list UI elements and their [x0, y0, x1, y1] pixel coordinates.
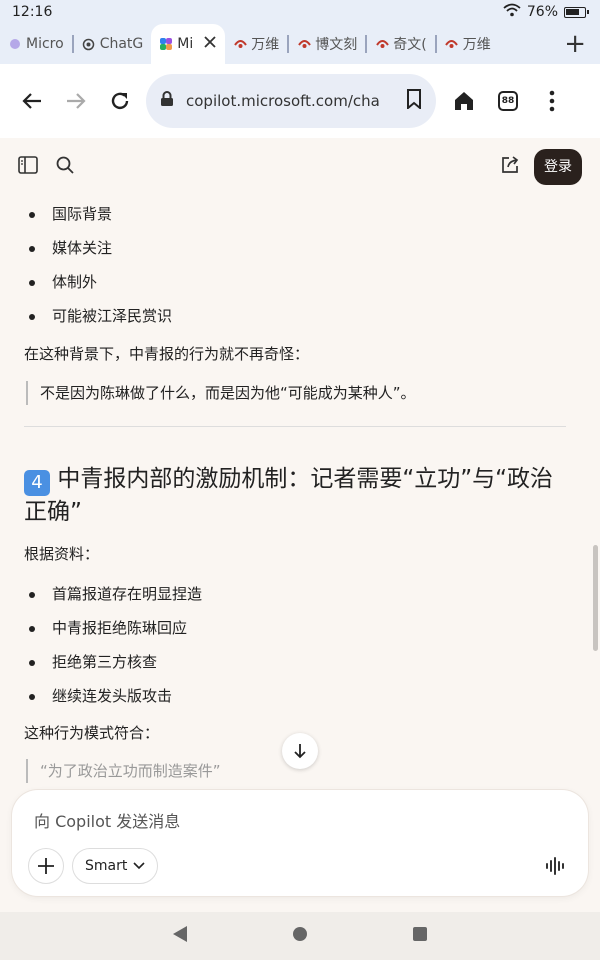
reload-button[interactable]	[98, 79, 142, 123]
tab-5[interactable]: 博文刻	[289, 24, 365, 64]
site-icon	[233, 37, 247, 51]
list-item: 拒绝第三方核查	[24, 645, 568, 679]
scroll-to-bottom-button[interactable]	[282, 733, 318, 769]
forward-button[interactable]	[54, 79, 98, 123]
list-item: 可能被江泽民赏识	[24, 299, 568, 333]
heading-text: 中青报内部的激励机制：记者需要“立功”与“政治正确”	[24, 466, 554, 525]
paragraph: 在这种背景下，中青报的行为就不再奇怪：	[24, 345, 310, 363]
list-item: 中青报拒绝陈琳回应	[24, 611, 568, 645]
nav-home-icon[interactable]	[292, 926, 308, 946]
home-icon	[455, 92, 473, 110]
tab-label: 博文刻	[315, 37, 358, 53]
back-arrow-icon	[22, 93, 41, 109]
list-item: 体制外	[24, 265, 568, 299]
page-header: 登录	[0, 138, 600, 196]
copilot-icon	[8, 37, 22, 51]
list-item: 继续连发头版攻击	[24, 679, 568, 713]
battery-percent: 76%	[526, 4, 558, 20]
keycap-number-icon: 4	[24, 470, 50, 496]
battery-icon	[564, 6, 589, 18]
tab-strip: Micro ChatG Mi 万维 博文刻 奇文( 万维 +	[0, 24, 600, 64]
chatgpt-icon	[82, 37, 96, 51]
tab-7[interactable]: 万维	[437, 24, 499, 64]
blockquote: 不是因为陈琳做了什么，而是因为他“可能成为某种人”。	[26, 381, 568, 405]
tab-label: Mi	[177, 36, 194, 52]
tab-label: 万维	[251, 37, 280, 53]
share-icon[interactable]	[500, 155, 520, 179]
add-attachment-button[interactable]	[28, 848, 64, 884]
sidebar-toggle-icon[interactable]	[18, 156, 38, 178]
tab-switcher-button[interactable]: 88	[486, 79, 530, 123]
scrollbar-thumb[interactable]	[593, 545, 598, 651]
section-heading: 4 中青报内部的激励机制：记者需要“立功”与“政治正确”	[24, 463, 568, 528]
bookmark-icon[interactable]	[406, 89, 422, 113]
mode-label: Smart	[85, 858, 128, 874]
close-tab-icon[interactable]	[203, 35, 217, 53]
status-icons: 76%	[503, 3, 589, 21]
tab-label: 奇文(	[393, 37, 427, 53]
arrow-down-icon	[294, 744, 306, 759]
message-input[interactable]: 向 Copilot 发送消息	[34, 808, 180, 832]
login-button[interactable]: 登录	[534, 149, 582, 185]
menu-button[interactable]	[530, 79, 574, 123]
site-icon	[445, 37, 459, 51]
tab-6[interactable]: 奇文(	[367, 24, 434, 64]
search-icon[interactable]	[56, 156, 74, 178]
chat-message-content: 国际背景 媒体关注 体制外 可能被江泽民赏识 在这种背景下，中青报的行为就不再奇…	[24, 196, 568, 783]
browser-toolbar: copilot.microsoft.com/cha 88	[0, 64, 600, 138]
lock-icon[interactable]	[160, 91, 174, 111]
site-icon	[297, 37, 311, 51]
bullet-list-2: 首篇报道存在明显捏造 中青报拒绝陈琳回应 拒绝第三方核查 继续连发头版攻击	[24, 577, 568, 713]
voice-input-button[interactable]	[542, 852, 570, 880]
tab-4[interactable]: 万维	[225, 24, 287, 64]
nav-recents-icon[interactable]	[412, 926, 428, 946]
tab-count: 88	[498, 91, 518, 111]
forward-arrow-icon	[67, 93, 86, 109]
tab-label: ChatG	[99, 36, 144, 52]
list-item: 首篇报道存在明显捏造	[24, 577, 568, 611]
url-text[interactable]: copilot.microsoft.com/cha	[186, 92, 394, 110]
tab-3-active[interactable]: Mi	[151, 24, 226, 64]
tab-1[interactable]: Micro	[0, 24, 72, 64]
home-button[interactable]	[442, 79, 486, 123]
mode-selector[interactable]: Smart	[72, 848, 159, 884]
wifi-icon	[503, 3, 521, 21]
paragraph: 根据资料：	[24, 545, 100, 563]
bullet-list-1: 国际背景 媒体关注 体制外 可能被江泽民赏识	[24, 197, 568, 333]
voice-waveform-icon	[546, 857, 564, 875]
nav-back-icon[interactable]	[172, 925, 188, 947]
chevron-down-icon	[133, 862, 145, 870]
address-bar[interactable]: copilot.microsoft.com/cha	[146, 74, 436, 128]
status-time: 12:16	[12, 4, 53, 20]
tab-label: 万维	[462, 37, 491, 53]
plus-icon	[38, 858, 54, 874]
back-button[interactable]	[10, 79, 54, 123]
reload-icon	[111, 92, 129, 110]
list-item: 国际背景	[24, 197, 568, 231]
section-divider	[24, 426, 566, 427]
message-composer: 向 Copilot 发送消息 Smart	[12, 790, 588, 896]
copilot-icon	[159, 37, 173, 51]
tab-label: Micro	[26, 36, 64, 52]
new-tab-button[interactable]: +	[554, 24, 600, 64]
system-nav-bar	[0, 912, 600, 960]
more-vert-icon	[549, 90, 555, 112]
list-item: 媒体关注	[24, 231, 568, 265]
site-icon	[375, 37, 389, 51]
tab-2[interactable]: ChatG	[74, 24, 152, 64]
status-bar: 12:16 76%	[0, 0, 600, 24]
